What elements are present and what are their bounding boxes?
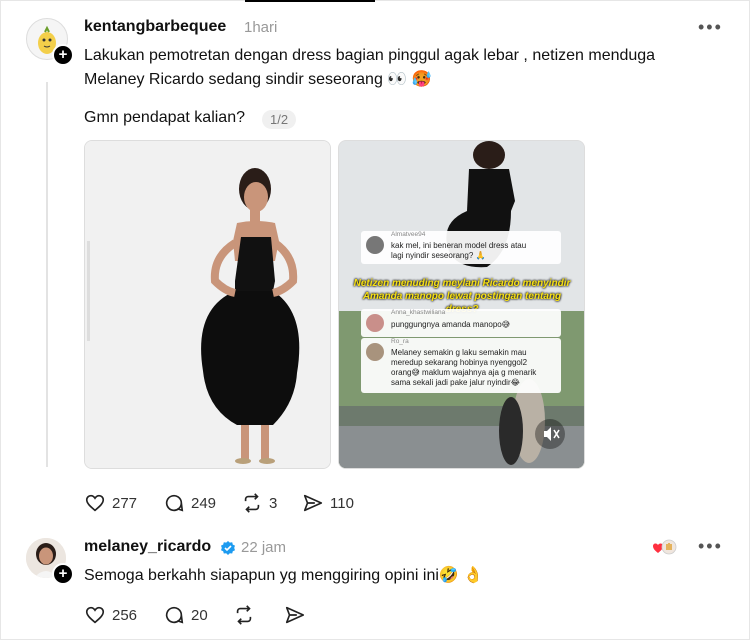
repost-count: 3 [269,494,278,512]
commenter-avatar [366,236,384,254]
reply-like-count: 256 [112,606,138,624]
reaction-icon[interactable] [652,538,680,559]
comment-icon [165,494,184,512]
like-count: 277 [112,494,138,512]
comment-overlay-2: Anna_khastwiliana punggungnya amanda man… [361,309,561,337]
reply-time[interactable]: 22 jam [241,539,286,556]
comment-user: Anna_khastwiliana [391,309,446,316]
commenter-avatar [366,343,384,361]
liked-by-author-icon [653,539,677,555]
comment-text-line: meredup sekarang hobinya nyenggol2 [391,358,528,367]
post-text-line2: Melaney Ricardo sedang sindir seseorang … [84,71,432,88]
reply-text: Semoga berkahh siapapun yg menggiring op… [84,567,484,584]
comment-text-line: lagi nyindir seseorang? 🙏 [391,251,486,260]
reply-share-button[interactable] [284,604,306,626]
comment-button[interactable]: 249 [163,492,216,514]
comment-icon [165,606,184,624]
reply-comment-button[interactable]: 20 [163,604,208,626]
share-button[interactable]: 110 [302,492,354,514]
repost-icon [236,605,252,625]
reply-more-button[interactable]: ••• [698,536,723,557]
follow-plus-icon[interactable]: + [52,563,74,585]
verified-badge-icon [221,541,235,555]
comment-overlay-3: Ro_ra Melaney semakin g laku semakin mau… [361,338,561,393]
mute-icon [544,427,560,441]
post-more-button[interactable]: ••• [698,17,723,38]
comment-overlay-1: Almatvee94 kak mel, ini beneran model dr… [361,231,561,264]
comment-text-line: orang😅 maklum wajahnya aja g menarik [391,368,537,377]
post-time[interactable]: 1hari [244,19,277,36]
comment-text-line: sama sekali jadi pake jalur nyindir😂 [391,378,520,387]
like-button[interactable]: 277 [84,492,137,514]
media-video-2[interactable]: Almatvee94 kak mel, ini beneran model dr… [338,140,585,469]
media-pager: 1/2 [262,110,297,129]
media-photo-1[interactable] [84,140,331,469]
reply-username[interactable]: melaney_ricardo [84,538,211,556]
repost-icon [244,493,260,513]
comment-count: 249 [191,494,217,512]
reply-repost-button[interactable] [233,604,255,626]
share-count: 110 [330,494,354,512]
mute-button[interactable] [535,419,565,449]
top-indicator [245,0,375,2]
reply-like-button[interactable]: 256 [84,604,137,626]
repost-button[interactable]: 3 [241,492,277,514]
comment-text-line: Melaney semakin g laku semakin mau [391,348,527,357]
woman-black-dress-image [85,141,330,468]
video-caption-line1: Netizen menuding meylani Ricardo menyind… [353,278,571,289]
share-icon [303,494,323,512]
post-question: Gmn pendapat kalian? [84,109,245,126]
comment-text-line: punggungnya amanda manopo😅 [391,320,511,329]
heart-icon [85,494,105,512]
comment-text-line: kak mel, ini beneran model dress atau [391,241,527,250]
post-text-line1: Lakukan pemotretan dengan dress bagian p… [84,47,656,64]
heart-icon [85,606,105,624]
comment-user: Almatvee94 [391,231,426,238]
thread-line [46,82,48,467]
follow-plus-icon[interactable]: + [52,44,74,66]
share-icon [285,606,305,624]
commenter-avatar [366,314,384,332]
reply-comment-count: 20 [191,606,208,624]
post-username[interactable]: kentangbarbequee [84,18,226,36]
comment-user: Ro_ra [391,338,409,345]
